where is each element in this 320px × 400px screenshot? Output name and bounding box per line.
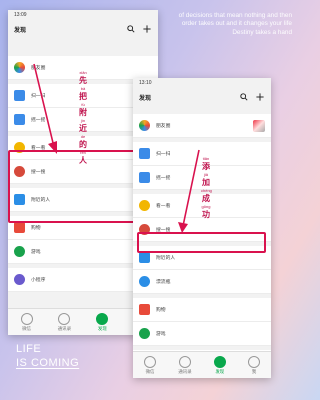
shake-icon xyxy=(139,172,150,183)
contacts-icon xyxy=(178,355,191,368)
hanzi: 功 xyxy=(202,210,210,219)
games-icon xyxy=(139,328,150,339)
caption-line-1: LIFE xyxy=(16,343,42,355)
discover-icon xyxy=(213,355,226,368)
annotation-char: fù 附 xyxy=(78,102,88,118)
discover-icon xyxy=(96,312,109,325)
status-time: 13:10 xyxy=(139,80,152,86)
quote-line: of decisions that mean nothing and then xyxy=(178,12,292,19)
hanzi: 添 xyxy=(202,162,210,171)
pinyin: jìn xyxy=(80,118,86,123)
contacts-icon xyxy=(58,312,71,325)
list-item-label: 朋友圈 xyxy=(156,124,171,129)
caption: LIFE IS COMING xyxy=(16,342,79,370)
highlight-box xyxy=(137,232,266,253)
shopping-icon xyxy=(14,222,25,233)
games-icon xyxy=(14,246,25,257)
tab-label: 通讯录 xyxy=(57,325,72,331)
annotation-text: xiān 先 bǎ 把 fù 附 jìn 近 de 的 rén 人 xyxy=(78,70,88,166)
quote-line: order takes out and it changes your life xyxy=(181,20,292,28)
moments-icon xyxy=(139,120,150,131)
list-item-label: 扫一扫 xyxy=(156,152,171,157)
list-item-label: 购物 xyxy=(31,226,41,231)
list-item-moments[interactable]: 朋友圈 xyxy=(133,114,271,138)
moments-thumbnail xyxy=(253,119,265,132)
list-item-label: 摇一摇 xyxy=(156,176,171,181)
chat-icon xyxy=(144,355,157,368)
search-icon[interactable] xyxy=(239,92,249,102)
look-icon xyxy=(139,200,150,211)
phone-screenshot-2: 13:10 发现 朋友圈 扫一扫 摇一摇 看一看 搜一搜 附近的人 漂流瓶 购物… xyxy=(133,78,271,378)
plus-icon[interactable] xyxy=(142,24,152,34)
hanzi: 人 xyxy=(79,156,87,165)
mini-programs-icon xyxy=(14,274,25,285)
list-item-drift-bottle[interactable]: 漂流瓶 xyxy=(133,270,271,294)
hanzi: 成 xyxy=(202,194,210,203)
pinyin: xiān xyxy=(79,70,87,75)
annotation-char: rén 人 xyxy=(78,150,88,166)
tab-discover[interactable]: 发现 xyxy=(96,312,109,332)
list-item-label: 看一看 xyxy=(156,204,171,209)
list-item-label: 游戏 xyxy=(156,332,166,337)
tab-label: 微信 xyxy=(145,368,155,374)
quote-text: of decisions that mean nothing and then … xyxy=(142,12,292,37)
arrow-icon xyxy=(33,63,57,154)
arrow-icon xyxy=(178,149,200,233)
status-bar: 13:10 xyxy=(133,78,271,90)
list-item-label: 游戏 xyxy=(31,250,41,255)
list-item-label: 小程序 xyxy=(31,278,46,283)
tab-label: 发现 xyxy=(215,368,225,374)
tab-me[interactable]: 我 xyxy=(247,355,260,375)
tab-label: 微信 xyxy=(22,325,32,331)
pinyin: de xyxy=(80,134,86,139)
list-item-games[interactable]: 游戏 xyxy=(133,322,271,346)
tab-contacts[interactable]: 通讯录 xyxy=(178,355,192,375)
pinyin: bǎ xyxy=(80,86,86,91)
annotation-char: xiān 先 xyxy=(78,70,88,86)
list-item-shopping[interactable]: 购物 xyxy=(133,298,271,322)
hanzi: 先 xyxy=(79,76,87,85)
hanzi: 附 xyxy=(79,108,87,117)
tab-chats[interactable]: 微信 xyxy=(20,312,33,332)
nearby-icon xyxy=(139,252,150,263)
tab-contacts[interactable]: 通讯录 xyxy=(57,312,72,332)
shopping-icon xyxy=(139,304,150,315)
highlight-box xyxy=(8,150,135,223)
drift-bottle-icon xyxy=(139,276,150,287)
hanzi: 加 xyxy=(202,178,210,187)
pinyin: rén xyxy=(80,150,86,155)
list-item-label: 附近的人 xyxy=(156,256,176,261)
tab-label: 通讯录 xyxy=(178,368,192,374)
search-icon[interactable] xyxy=(126,24,136,34)
status-bar: 13:09 xyxy=(8,10,158,22)
list-item-label: 购物 xyxy=(156,308,166,313)
me-icon xyxy=(247,355,260,368)
annotation-char: de 的 xyxy=(78,134,88,150)
page-title: 发现 xyxy=(139,95,152,102)
annotation-char: jìn 近 xyxy=(78,118,88,134)
scan-icon xyxy=(14,90,25,101)
list-item-label: 漂流瓶 xyxy=(156,280,171,285)
moments-icon xyxy=(14,62,25,73)
top-bar: 发现 xyxy=(133,90,271,104)
caption-line-2: IS COMING xyxy=(16,357,80,369)
chat-icon xyxy=(20,312,33,325)
quote-line: Destiny takes a hand xyxy=(232,28,292,36)
hanzi: 近 xyxy=(79,124,87,133)
hanzi: 把 xyxy=(79,92,87,101)
status-time: 13:09 xyxy=(14,12,27,18)
page-title: 发现 xyxy=(14,27,27,34)
tab-label: 发现 xyxy=(97,325,107,331)
shake-icon xyxy=(14,114,25,125)
top-bar: 发现 xyxy=(8,22,158,36)
annotation-char: bǎ 把 xyxy=(78,86,88,102)
hanzi: 的 xyxy=(79,140,87,149)
plus-icon[interactable] xyxy=(255,92,265,102)
tab-label: 我 xyxy=(251,368,257,374)
scan-icon xyxy=(139,148,150,159)
tab-discover[interactable]: 发现 xyxy=(213,355,226,375)
pinyin: fù xyxy=(81,102,85,107)
tab-bar: 微信 通讯录 发现 我 xyxy=(133,351,271,378)
tab-chats[interactable]: 微信 xyxy=(144,355,157,375)
